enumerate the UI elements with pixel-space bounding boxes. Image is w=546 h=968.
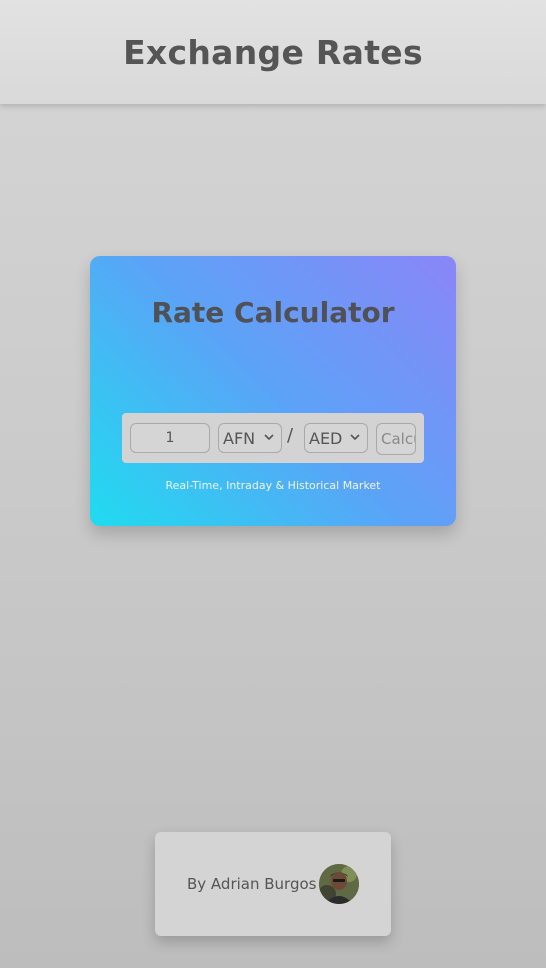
from-currency-value: AFN — [223, 428, 256, 448]
amount-input[interactable] — [130, 423, 210, 453]
calculator-title: Rate Calculator — [151, 296, 395, 329]
author-card[interactable]: By Adrian Burgos — [155, 832, 391, 936]
calculator-form: AFN / AED Calculate — [122, 413, 424, 463]
author-byline: By Adrian Burgos — [187, 875, 317, 893]
to-currency-select[interactable]: AED — [304, 423, 368, 453]
rate-calculator-card: Rate Calculator AFN / AED Calculate Real… — [90, 256, 456, 526]
to-currency-value: AED — [309, 428, 343, 448]
calculate-button[interactable]: Calculate — [376, 423, 416, 455]
chevron-down-icon — [350, 434, 360, 441]
chevron-down-icon — [264, 434, 274, 441]
from-currency-select[interactable]: AFN — [218, 423, 282, 453]
currency-separator: / — [287, 425, 294, 446]
app-header: Exchange Rates — [0, 0, 546, 104]
page-title: Exchange Rates — [123, 32, 423, 72]
calculator-caption: Real-Time, Intraday & Historical Market — [165, 479, 381, 492]
author-photo — [319, 864, 359, 904]
avatar — [319, 864, 359, 904]
